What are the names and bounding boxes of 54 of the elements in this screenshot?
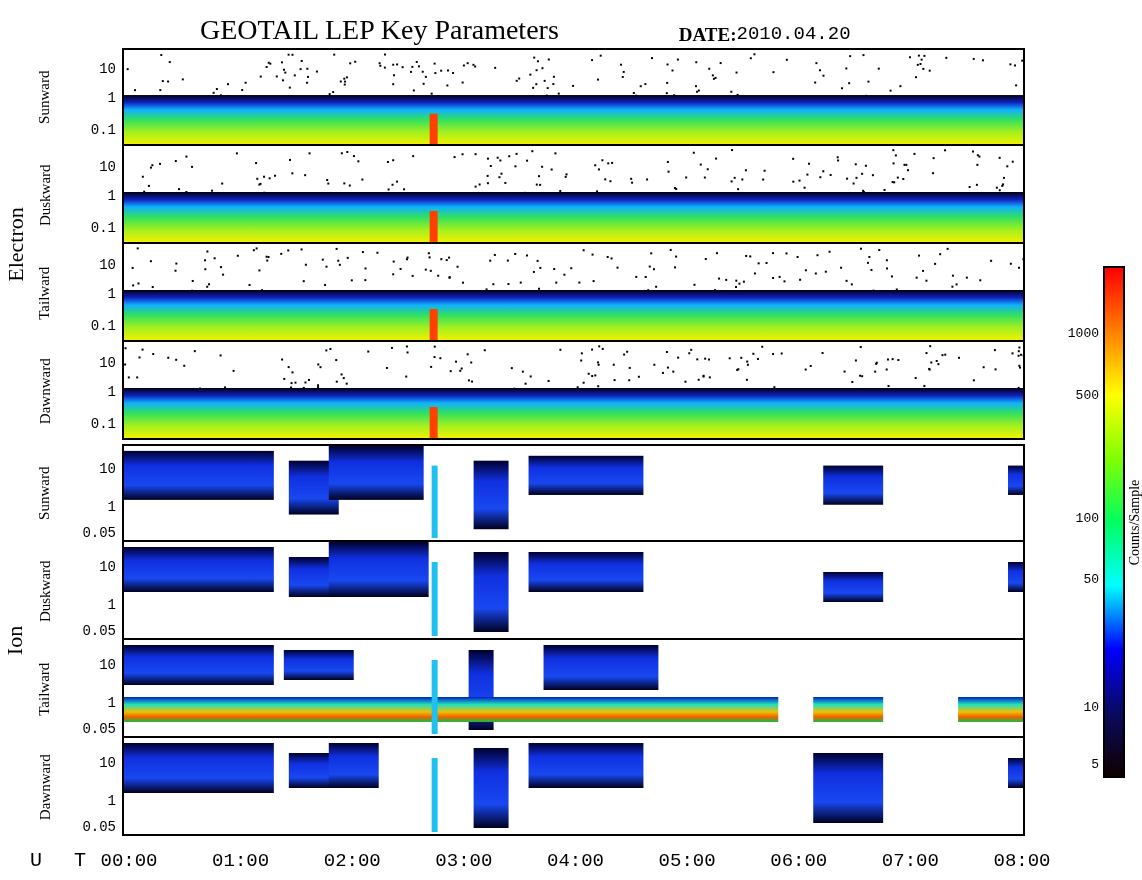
- panel-label: Sunward: [35, 466, 54, 520]
- y-tick-label: 10: [99, 355, 116, 370]
- y-tick-label: 10: [99, 461, 116, 476]
- y-tick-label: 0.05: [82, 526, 116, 541]
- x-tick-label: 07:00: [880, 848, 940, 874]
- y-tick-label: 1: [107, 189, 116, 204]
- y-tick-label: 0.1: [90, 221, 116, 236]
- x-tick-label: 05:00: [657, 848, 717, 874]
- panel-label: Duskward: [35, 560, 54, 622]
- y-tick-label: 10: [99, 159, 116, 174]
- x-tick-label: 00:00: [99, 848, 159, 874]
- panel-label: Duskward: [35, 164, 54, 226]
- y-tick-label: 10: [99, 755, 116, 770]
- y-tick-label: 1: [107, 793, 116, 808]
- x-tick-label: 03:00: [434, 848, 494, 874]
- y-tick-label: 10: [99, 559, 116, 574]
- x-tick-label: 08:00: [992, 848, 1052, 874]
- y-tick-label: 1: [107, 597, 116, 612]
- panel-label: Dawnward: [35, 754, 54, 820]
- y-tick-label: 1: [107, 499, 116, 514]
- y-tick-label: 10: [99, 61, 116, 76]
- colorbar-tick-label: 500: [1075, 388, 1099, 402]
- y-tick-label: 0.05: [82, 722, 116, 737]
- group-label: Electron: [1, 206, 29, 282]
- y-tick-label: 0.1: [90, 417, 116, 432]
- panel-label: Tailward: [35, 662, 54, 716]
- colorbar-tick-label: 5: [1091, 757, 1099, 771]
- date-value: 2010.04.20: [736, 25, 851, 44]
- y-tick-label: 0.05: [82, 820, 116, 835]
- chart-title: GEOTAIL LEP Key Parameters: [200, 16, 559, 44]
- y-tick-label: 0.1: [90, 123, 116, 138]
- colorbar-tick-label: 1000: [1067, 327, 1099, 341]
- y-tick-label: 0.1: [90, 319, 116, 334]
- x-tick-label: 01:00: [211, 848, 271, 874]
- y-tick-label: 0.05: [82, 624, 116, 639]
- y-tick-label: 1: [107, 287, 116, 302]
- colorbar-tick-label: 50: [1083, 573, 1099, 587]
- x-axis-label: U T: [29, 848, 96, 874]
- y-tick-label: 10: [99, 257, 116, 272]
- colorbar-tick-label: 10: [1083, 701, 1099, 715]
- y-tick-label: 1: [107, 91, 116, 106]
- colorbar-label: Counts/Sample: [1126, 479, 1142, 565]
- x-tick-label: 02:00: [322, 848, 382, 874]
- panel-label: Dawnward: [35, 358, 54, 424]
- y-tick-label: 1: [107, 695, 116, 710]
- panel-label: Sunward: [35, 70, 54, 124]
- x-tick-label: 04:00: [546, 848, 605, 874]
- y-tick-label: 1: [107, 385, 116, 400]
- y-tick-label: 10: [99, 657, 116, 672]
- panel-label: Tailward: [35, 266, 54, 320]
- group-label: Ion: [1, 625, 29, 655]
- x-tick-label: 06:00: [769, 848, 829, 874]
- date-label: DATE:: [678, 25, 737, 44]
- colorbar-tick-label: 100: [1075, 511, 1099, 525]
